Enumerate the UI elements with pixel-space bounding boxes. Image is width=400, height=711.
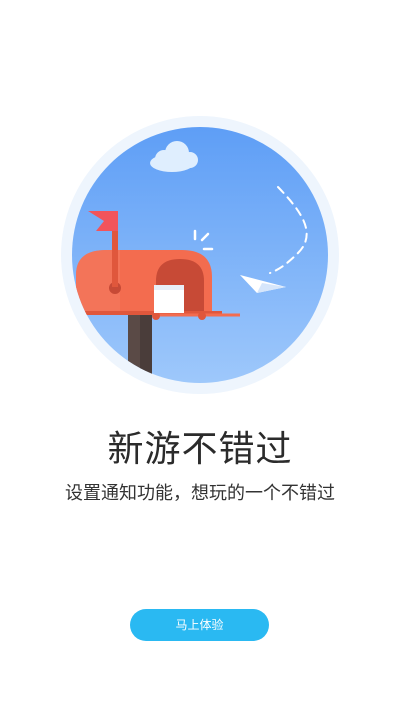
mailbox-illustration bbox=[60, 115, 340, 395]
try-now-button[interactable]: 马上体验 bbox=[130, 609, 269, 641]
page-subtitle: 设置通知功能，想玩的一个不错过 bbox=[65, 483, 335, 504]
page-title: 新游不错过 bbox=[107, 429, 293, 470]
illustration-svg bbox=[61, 116, 339, 394]
letter-icon bbox=[154, 285, 184, 313]
notification-onboarding-screen: 新游不错过 设置通知功能，想玩的一个不错过 马上体验 bbox=[0, 0, 400, 711]
